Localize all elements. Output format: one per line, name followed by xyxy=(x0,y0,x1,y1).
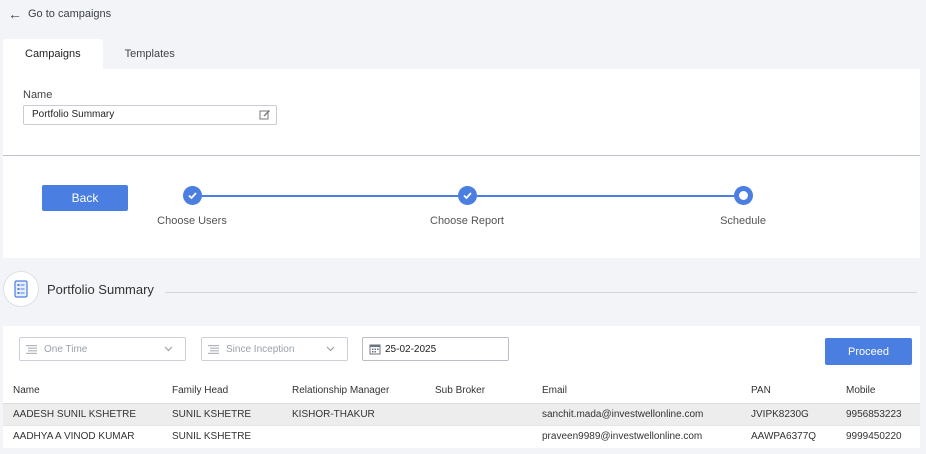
current-step-indicator xyxy=(739,191,748,200)
column-header-relationship-manager[interactable]: Relationship Manager xyxy=(282,378,425,403)
recipients-card: One Time Since Inception 25-02-2025 Proc… xyxy=(3,326,920,448)
calendar-icon xyxy=(369,344,381,355)
campaign-name-value: Portfolio Summary xyxy=(32,109,115,120)
cell-relationship-manager: KISHOR-THAKUR xyxy=(282,402,425,425)
cell-relationship-manager xyxy=(282,424,425,447)
cell-name: AADHYA A VINOD KUMAR xyxy=(3,424,162,447)
cell-family-head: SUNIL KSHETRE xyxy=(162,402,282,425)
back-button[interactable]: Back xyxy=(42,185,128,211)
cell-mobile: 9956853223 xyxy=(836,402,920,425)
cell-sub-broker xyxy=(425,424,532,447)
campaign-card: Name Portfolio Summary Back Choose Users… xyxy=(3,69,920,258)
step-choose-report-label: Choose Report xyxy=(430,215,504,227)
column-header-email[interactable]: Email xyxy=(532,378,741,403)
table-header-row: Name Family Head Relationship Manager Su… xyxy=(3,378,920,403)
cell-email: sanchit.mada@investwellonline.com xyxy=(532,402,741,425)
cell-pan: JVIPK8230G xyxy=(741,402,836,425)
proceed-button[interactable]: Proceed xyxy=(825,338,912,365)
column-header-pan[interactable]: PAN xyxy=(741,378,836,403)
table-row[interactable]: AADESH SUNIL KSHETRE SUNIL KSHETRE KISHO… xyxy=(3,402,920,425)
report-title: Portfolio Summary xyxy=(47,281,154,297)
tab-campaigns[interactable]: Campaigns xyxy=(3,39,103,69)
cell-sub-broker xyxy=(425,402,532,425)
tab-templates[interactable]: Templates xyxy=(103,39,197,69)
column-header-family-head[interactable]: Family Head xyxy=(162,378,282,403)
period-value: Since Inception xyxy=(226,343,295,355)
recipients-table: Name Family Head Relationship Manager Su… xyxy=(3,378,920,447)
column-header-sub-broker[interactable]: Sub Broker xyxy=(425,378,532,403)
cell-email: praveen9989@investwellonline.com xyxy=(532,424,741,447)
cell-name: AADESH SUNIL KSHETRE xyxy=(3,402,162,425)
divider xyxy=(3,155,920,156)
cell-pan: AAWPA6377Q xyxy=(741,424,836,447)
schedule-date-value: 25-02-2025 xyxy=(385,343,437,355)
name-label: Name xyxy=(23,89,53,101)
column-header-name[interactable]: Name xyxy=(3,378,162,403)
step-connector xyxy=(201,195,459,197)
step-schedule-dot[interactable] xyxy=(734,186,753,205)
period-select[interactable]: Since Inception xyxy=(201,337,348,361)
frequency-value: One Time xyxy=(44,343,88,355)
tab-bar: Campaigns Templates xyxy=(3,39,197,69)
list-icon xyxy=(208,344,219,354)
campaign-name-field[interactable]: Portfolio Summary xyxy=(23,105,277,125)
schedule-date-input[interactable]: 25-02-2025 xyxy=(362,337,509,361)
column-header-mobile[interactable]: Mobile xyxy=(836,378,920,403)
report-icon xyxy=(3,271,39,307)
edit-icon[interactable] xyxy=(259,109,271,121)
list-icon xyxy=(26,344,37,354)
go-to-campaigns-link[interactable]: ← Go to campaigns xyxy=(8,7,111,21)
step-choose-users-label: Choose Users xyxy=(157,215,227,227)
step-choose-users-dot[interactable] xyxy=(183,186,202,205)
check-icon xyxy=(463,192,472,200)
report-section-header: Portfolio Summary xyxy=(3,271,154,307)
step-connector xyxy=(477,195,734,197)
frequency-select[interactable]: One Time xyxy=(19,337,186,361)
check-icon xyxy=(188,192,197,200)
cell-family-head: SUNIL KSHETRE xyxy=(162,424,282,447)
step-schedule-label: Schedule xyxy=(720,215,766,227)
arrow-left-icon: ← xyxy=(8,6,22,22)
chevron-down-icon xyxy=(164,346,173,352)
table-row[interactable]: AADHYA A VINOD KUMAR SUNIL KSHETRE prave… xyxy=(3,424,920,447)
go-to-campaigns-label: Go to campaigns xyxy=(28,8,112,20)
cell-mobile: 9999450220 xyxy=(836,424,920,447)
section-divider xyxy=(165,292,917,293)
chevron-down-icon xyxy=(326,346,335,352)
step-choose-report-dot[interactable] xyxy=(458,186,477,205)
